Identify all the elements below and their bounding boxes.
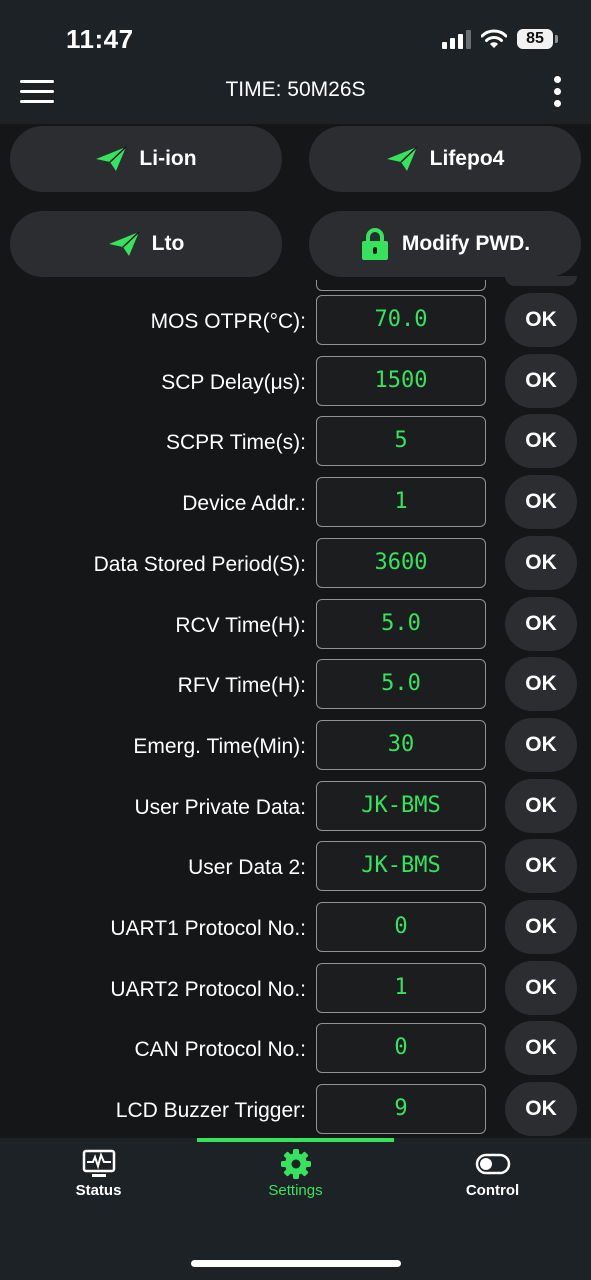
setting-row: MOS OTPR(°C): 70.0 OK (0, 293, 591, 349)
partial-ok-button (505, 276, 577, 286)
setting-row: LCD Buzzer Trigger: 9 OK (0, 1082, 591, 1138)
ok-button[interactable]: OK (505, 293, 577, 347)
settings-content: Li-ion Lifepo4 Lto Modify PWD. MOS OTPR(… (0, 124, 591, 1138)
tab-label: Settings (268, 1182, 323, 1199)
ok-button[interactable]: OK (505, 1021, 577, 1075)
setting-row: Data Stored Period(S): 3600 OK (0, 536, 591, 592)
setting-row: User Private Data: JK-BMS OK (0, 779, 591, 835)
setting-value-input[interactable]: JK-BMS (316, 841, 486, 891)
setting-value-input[interactable]: 5.0 (316, 599, 486, 649)
setting-value-input[interactable]: 1 (316, 963, 486, 1013)
status-time: 11:47 (66, 24, 134, 54)
ok-button[interactable]: OK (505, 718, 577, 772)
preset-li-ion-button[interactable]: Li-ion (10, 126, 282, 192)
setting-label: RFV Time(H): (177, 674, 306, 697)
toggle-icon (475, 1153, 510, 1175)
setting-row: SCPR Time(s): 5 OK (0, 414, 591, 470)
setting-label: User Data 2: (188, 856, 306, 879)
setting-label: UART1 Protocol No.: (110, 917, 306, 940)
setting-value-input[interactable]: 0 (316, 902, 486, 952)
ok-button[interactable]: OK (505, 1082, 577, 1136)
setting-label: CAN Protocol No.: (134, 1038, 306, 1061)
preset-label: Lto (151, 232, 185, 255)
ok-button[interactable]: OK (505, 839, 577, 893)
setting-row: CAN Protocol No.: 0 OK (0, 1021, 591, 1077)
tab-label: Control (465, 1182, 520, 1199)
wifi-icon (481, 29, 507, 48)
setting-label: LCD Buzzer Trigger: (115, 1099, 306, 1122)
active-tab-indicator (197, 1138, 394, 1142)
setting-value-input[interactable]: 5.0 (316, 659, 486, 709)
preset-label: Lifepo4 (429, 147, 505, 170)
setting-value-input[interactable]: 1 (316, 477, 486, 527)
setting-value-input[interactable]: 70.0 (316, 295, 486, 345)
setting-value-input[interactable]: 9 (316, 1084, 486, 1134)
setting-value-input[interactable]: 5 (316, 416, 486, 466)
setting-row: Emerg. Time(Min): 30 OK (0, 718, 591, 774)
setting-label: MOS OTPR(°C): (150, 310, 306, 333)
setting-value-input[interactable]: 3600 (316, 538, 486, 588)
tab-label: Status (75, 1182, 122, 1199)
preset-label: Modify PWD. (401, 232, 531, 255)
setting-label: UART2 Protocol No.: (110, 978, 306, 1001)
gear-icon (280, 1149, 311, 1179)
lock-icon (361, 228, 388, 260)
setting-value-input[interactable]: 30 (316, 720, 486, 770)
bottom-nav: Status Settings Control (0, 1138, 591, 1280)
tab-status[interactable]: Status (0, 1148, 197, 1210)
setting-label: User Private Data: (134, 796, 306, 819)
setting-row: Device Addr.: 1 OK (0, 475, 591, 531)
setting-row: UART2 Protocol No.: 1 OK (0, 961, 591, 1017)
more-options-icon[interactable] (551, 74, 563, 110)
app-bar: TIME: 50M26S (0, 70, 591, 124)
setting-label: Emerg. Time(Min): (133, 735, 306, 758)
setting-row: RFV Time(H): 5.0 OK (0, 657, 591, 713)
paper-plane-icon (386, 146, 418, 171)
tab-settings[interactable]: Settings (197, 1148, 394, 1210)
setting-label: RCV Time(H): (175, 614, 306, 637)
page-title: TIME: 50M26S (225, 78, 366, 101)
tab-control[interactable]: Control (394, 1148, 591, 1210)
preset-lifepo4-button[interactable]: Lifepo4 (309, 126, 581, 192)
battery-icon: 85 (517, 29, 558, 49)
preset-label: Li-ion (139, 147, 197, 170)
setting-row: User Data 2: JK-BMS OK (0, 839, 591, 895)
ok-button[interactable]: OK (505, 597, 577, 651)
modify-password-button[interactable]: Modify PWD. (309, 211, 581, 277)
setting-label: Device Addr.: (182, 492, 306, 515)
cellular-signal-icon (442, 29, 471, 49)
setting-label: SCPR Time(s): (165, 431, 306, 454)
setting-value-input[interactable]: 0 (316, 1023, 486, 1073)
ok-button[interactable]: OK (505, 961, 577, 1015)
partial-input-field (316, 280, 486, 291)
status-bar: 11:47 85 (0, 0, 591, 70)
ok-button[interactable]: OK (505, 900, 577, 954)
status-icons: 85 (442, 26, 558, 52)
setting-value-input[interactable]: JK-BMS (316, 781, 486, 831)
ok-button[interactable]: OK (505, 414, 577, 468)
setting-row: RCV Time(H): 5.0 OK (0, 597, 591, 653)
paper-plane-icon (96, 146, 127, 171)
setting-label: SCP Delay(μs): (161, 371, 306, 394)
ok-button[interactable]: OK (505, 536, 577, 590)
preset-lto-button[interactable]: Lto (10, 211, 282, 277)
setting-value-input[interactable]: 1500 (316, 356, 486, 406)
screen: 11:47 85 TIME: 50M26S Li-ion Lifepo4 Lto… (0, 0, 591, 1280)
ok-button[interactable]: OK (505, 657, 577, 711)
setting-row: UART1 Protocol No.: 0 OK (0, 900, 591, 956)
paper-plane-icon (108, 231, 140, 256)
ok-button[interactable]: OK (505, 475, 577, 529)
setting-row: SCP Delay(μs): 1500 OK (0, 354, 591, 410)
home-indicator[interactable] (191, 1260, 401, 1267)
ok-button[interactable]: OK (505, 354, 577, 408)
ok-button[interactable]: OK (505, 779, 577, 833)
setting-label: Data Stored Period(S): (93, 553, 306, 576)
monitor-pulse-icon (82, 1149, 115, 1177)
